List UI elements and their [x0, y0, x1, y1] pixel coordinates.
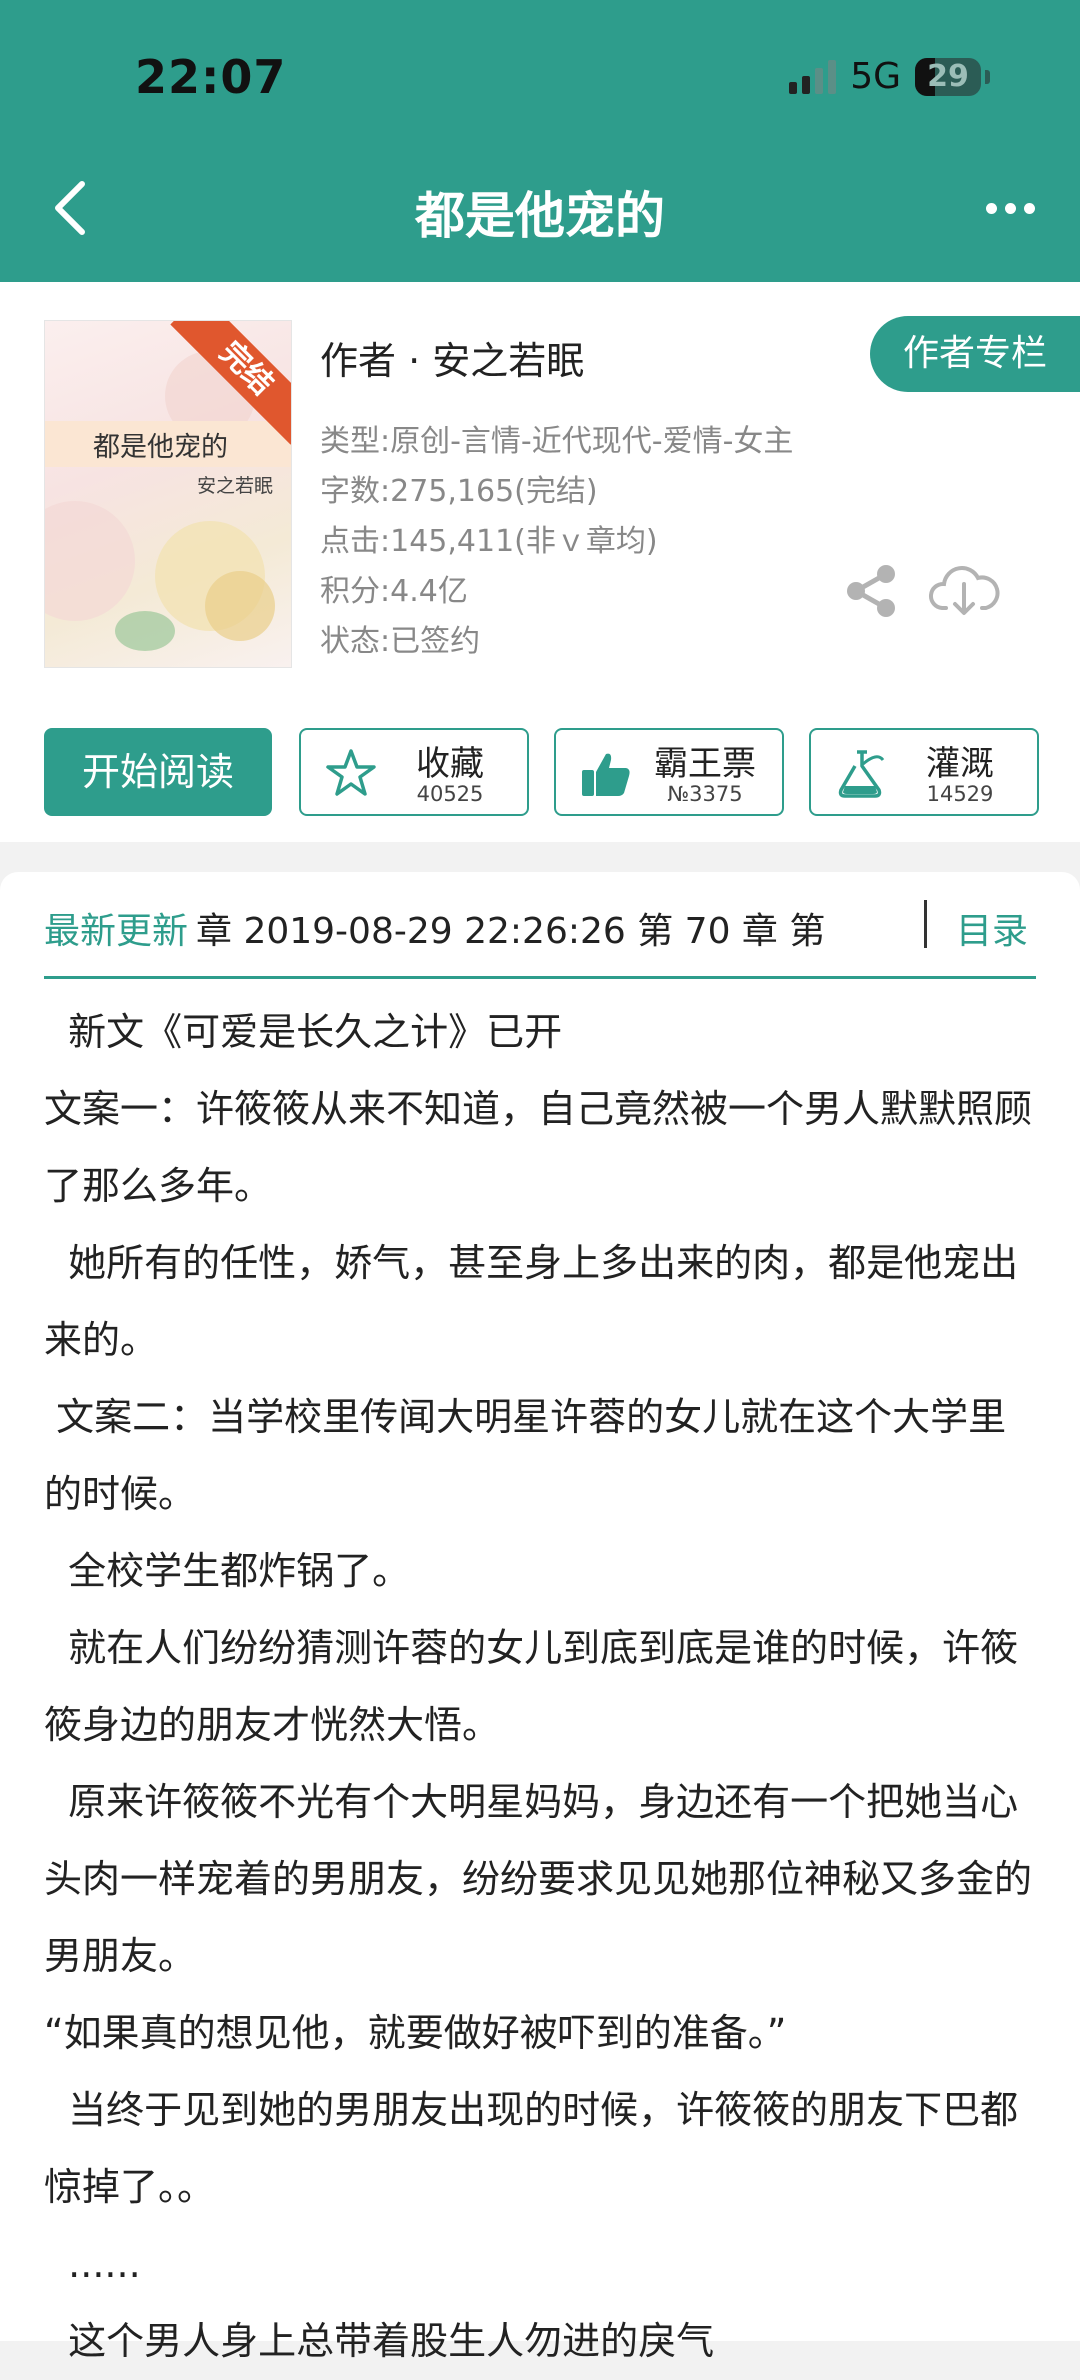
book-info-card: 都是他宠的 安之若眠 完结 作者 · 安之若眠 作者专栏 类型:原创-言情-近代… — [0, 282, 1080, 842]
top-bar: 22:07 5G 29 都是他宠的 — [0, 0, 1080, 282]
cloud-download-icon — [929, 566, 1000, 615]
meta-score: 积分:4.4亿 — [320, 574, 468, 609]
summary-paragraph: 这个男人身上总带着股生人勿进的戾气 — [44, 2319, 715, 2363]
vote-button[interactable]: 霸王票 №3375 — [554, 728, 784, 816]
start-reading-button[interactable]: 开始阅读 — [44, 728, 272, 816]
favorite-count: 40525 — [416, 782, 484, 806]
summary-paragraph: 就在人们纷纷猜测许蓉的女儿到底到底是谁的时候，许筱筱身边的朋友才恍然大悟。 — [44, 1626, 1019, 1747]
summary-paragraph: 她所有的任性，娇气，甚至身上多出来的肉，都是他宠出来的。 — [44, 1241, 1019, 1362]
more-dots-icon — [986, 202, 997, 214]
book-cover[interactable]: 都是他宠的 安之若眠 完结 — [44, 320, 292, 668]
watering-flask-icon — [838, 750, 885, 798]
water-label: 灌溉 — [926, 744, 994, 784]
more-button[interactable] — [986, 190, 1042, 226]
vote-label: 霸王票 — [654, 744, 756, 784]
vote-rank: №3375 — [667, 782, 743, 806]
status-indicators: 5G 29 — [789, 56, 990, 97]
summary-paragraph: 文案二：当学校里传闻大明星许蓉的女儿就在这个大学里的时候。 — [44, 1395, 1007, 1516]
author-column-button[interactable]: 作者专栏 — [870, 316, 1080, 392]
summary-paragraph: 新文《可爱是长久之计》已开 — [44, 1010, 563, 1054]
signal-icon — [789, 59, 837, 94]
summary-paragraph: 当终于见到她的男朋友出现的时候，许筱筱的朋友下巴都惊掉了。。 — [44, 2088, 1019, 2209]
cover-title: 都是他宠的 — [93, 432, 228, 463]
book-summary: 新文《可爱是长久之计》已开 文案一：许筱筱从来不知道，自己竟然被一个男人默默照顾… — [44, 994, 1044, 2380]
summary-paragraph: 全校学生都炸锅了。 — [44, 1549, 411, 1593]
share-button[interactable] — [842, 562, 900, 620]
favorite-label: 收藏 — [416, 744, 484, 784]
thumbs-up-icon — [582, 753, 630, 796]
page-title: 都是他宠的 — [415, 187, 665, 245]
table-of-contents-link[interactable]: 目录 — [956, 902, 1028, 954]
meta-genre: 类型:原创-言情-近代现代-爱情-女主 — [320, 424, 794, 459]
status-time: 22:07 — [135, 50, 287, 104]
favorite-button[interactable]: 收藏 40525 — [299, 728, 529, 816]
meta-status: 状态:已签约 — [320, 624, 481, 659]
battery-level: 29 — [927, 59, 969, 94]
cover-author: 安之若眠 — [197, 475, 274, 497]
summary-paragraph: “如果真的想见他，就要做好被吓到的准备。” — [44, 2011, 787, 2055]
water-count: 14529 — [926, 782, 994, 806]
summary-card: 最新更新 章 2019-08-29 22:26:26 第 70 章 第 目录 新… — [0, 872, 1080, 2363]
battery-icon: 29 — [915, 57, 981, 96]
latest-update-marquee[interactable]: 章 2019-08-29 22:26:26 第 70 章 第 — [196, 902, 886, 954]
divider — [924, 900, 927, 948]
meta-clicks: 点击:145,411(非ｖ章均) — [320, 524, 658, 559]
summary-paragraph: ...... — [44, 2242, 141, 2286]
latest-update-label: 最新更新 — [44, 902, 193, 954]
summary-paragraph: 原来许筱筱不光有个大明星妈妈，身边还有一个把她当心头肉一样宠着的男朋友，纷纷要求… — [44, 1780, 1033, 1978]
water-button[interactable]: 灌溉 14529 — [809, 728, 1039, 816]
summary-paragraph: 文案一：许筱筱从来不知道，自己竟然被一个男人默默照顾了那么多年。 — [44, 1087, 1033, 1208]
download-button[interactable] — [928, 560, 1000, 620]
star-icon — [326, 749, 376, 796]
author-name[interactable]: 作者 · 安之若眠 — [320, 330, 584, 385]
section-rule — [44, 976, 1036, 979]
network-type: 5G — [850, 56, 901, 97]
meta-word-count: 字数:275,165(完结) — [320, 474, 598, 509]
share-icon — [847, 565, 895, 617]
